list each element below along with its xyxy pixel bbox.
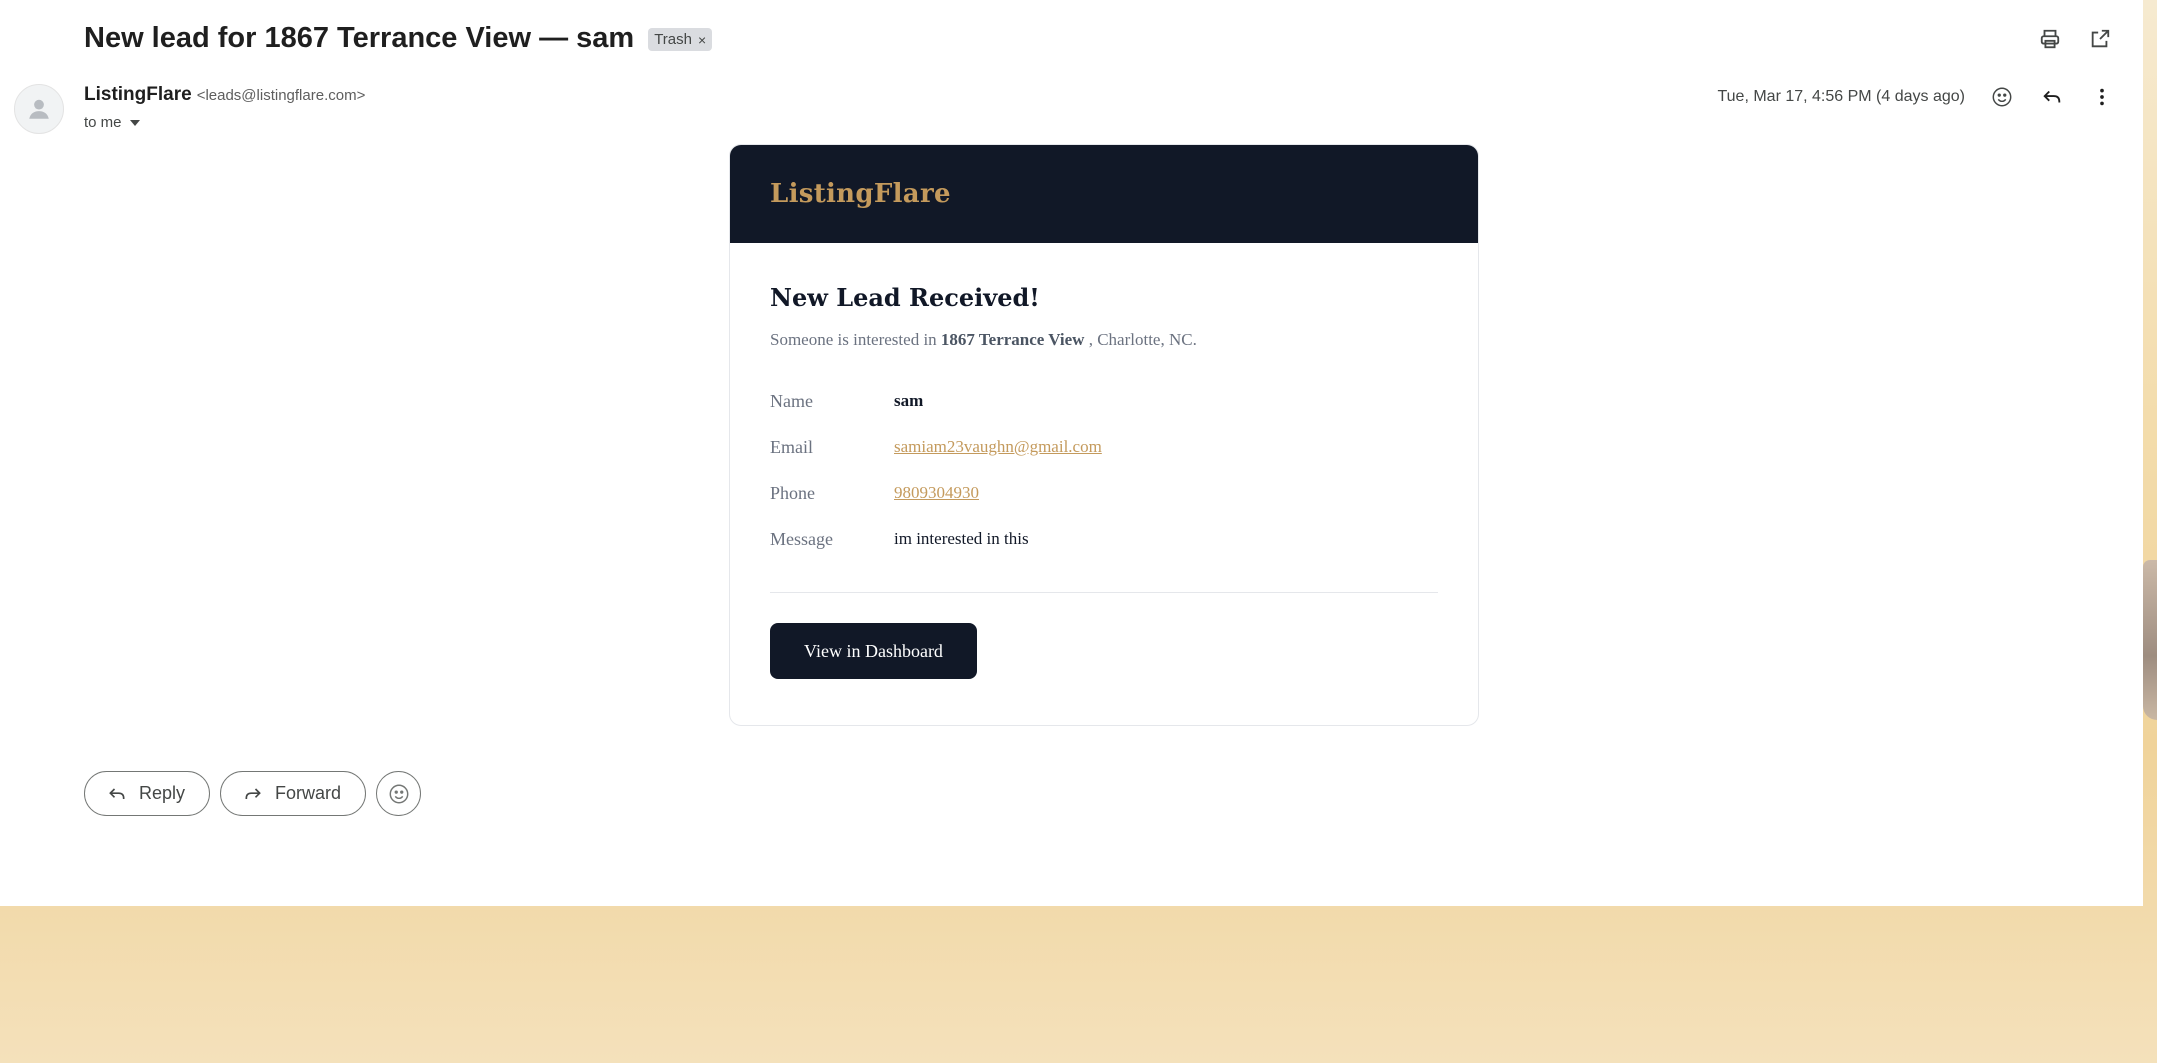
lead-message-value: im interested in this <box>894 529 1029 548</box>
forward-icon <box>245 787 261 799</box>
field-row-name: Name sam <box>770 378 1438 424</box>
top-toolbar <box>2037 26 2113 52</box>
email-view: New lead for 1867 Terrance View — sam Tr… <box>0 0 2143 906</box>
forward-label: Forward <box>275 783 342 803</box>
reply-button[interactable]: Reply <box>84 771 211 816</box>
email-subject: New lead for 1867 Terrance View — sam <box>84 22 635 54</box>
subject-row: New lead for 1867 Terrance View — sam Tr… <box>84 22 713 55</box>
more-vertical-icon[interactable] <box>2089 84 2115 110</box>
field-row-phone: Phone 9809304930 <box>770 470 1438 516</box>
intro-prefix: Someone is interested in <box>770 330 937 349</box>
intro-suffix: , Charlotte, NC. <box>1088 330 1197 349</box>
default-avatar-icon <box>29 99 49 119</box>
open-in-new-window-icon[interactable] <box>2087 26 2113 52</box>
label-text: Trash <box>654 31 692 48</box>
trash-label-chip[interactable]: Trash × <box>648 28 713 51</box>
message-actions: Reply Forward <box>84 771 422 816</box>
sender-block: ListingFlare <leads@listingflare.com> to… <box>84 84 365 131</box>
reply-icon[interactable] <box>2039 84 2065 110</box>
sender-name[interactable]: ListingFlare <box>84 84 192 106</box>
lead-intro: Someone is interested in 1867 Terrance V… <box>770 330 1438 350</box>
recipient-line[interactable]: to me <box>84 114 365 131</box>
property-address: 1867 Terrance View <box>940 330 1085 349</box>
sender-email: <leads@listingflare.com> <box>196 87 366 104</box>
email-content-card: ListingFlare New Lead Received! Someone … <box>729 144 1479 726</box>
lead-fields: Name sam Email samiam23vaughn@gmail.com … <box>770 378 1438 562</box>
field-row-email: Email samiam23vaughn@gmail.com <box>770 424 1438 470</box>
field-label: Name <box>770 390 813 411</box>
card-header: ListingFlare <box>730 145 1478 243</box>
printer-icon[interactable] <box>2037 26 2063 52</box>
brand-logo-text: ListingFlare <box>770 179 951 209</box>
emoji-icon <box>389 784 408 803</box>
forward-button[interactable]: Forward <box>220 771 367 816</box>
message-date: Tue, Mar 17, 4:56 PM (4 days ago) <box>1717 88 1965 105</box>
recipient-text: to me <box>84 114 122 131</box>
reply-icon <box>109 787 125 799</box>
lead-phone-link[interactable]: 9809304930 <box>894 483 979 503</box>
field-label: Message <box>770 528 833 549</box>
sender-avatar[interactable] <box>14 84 64 134</box>
card-body: New Lead Received! Someone is interested… <box>730 243 1478 679</box>
emoji-reaction-button[interactable] <box>376 771 422 816</box>
field-row-message: Message im interested in this <box>770 516 1438 562</box>
lead-email-link[interactable]: samiam23vaughn@gmail.com <box>894 437 1102 457</box>
lead-title: New Lead Received! <box>770 283 1040 312</box>
caret-down-icon[interactable] <box>129 119 140 126</box>
reply-label: Reply <box>139 783 186 803</box>
view-in-dashboard-button[interactable]: View in Dashboard <box>770 623 977 679</box>
background-rock <box>2143 560 2157 720</box>
field-label: Email <box>770 436 813 457</box>
emoji-icon[interactable] <box>1989 84 2015 110</box>
message-meta: Tue, Mar 17, 4:56 PM (4 days ago) <box>1717 84 2115 110</box>
field-label: Phone <box>770 482 815 503</box>
remove-label-icon[interactable]: × <box>698 32 706 48</box>
lead-name-value: sam <box>894 391 924 410</box>
divider <box>770 592 1438 593</box>
